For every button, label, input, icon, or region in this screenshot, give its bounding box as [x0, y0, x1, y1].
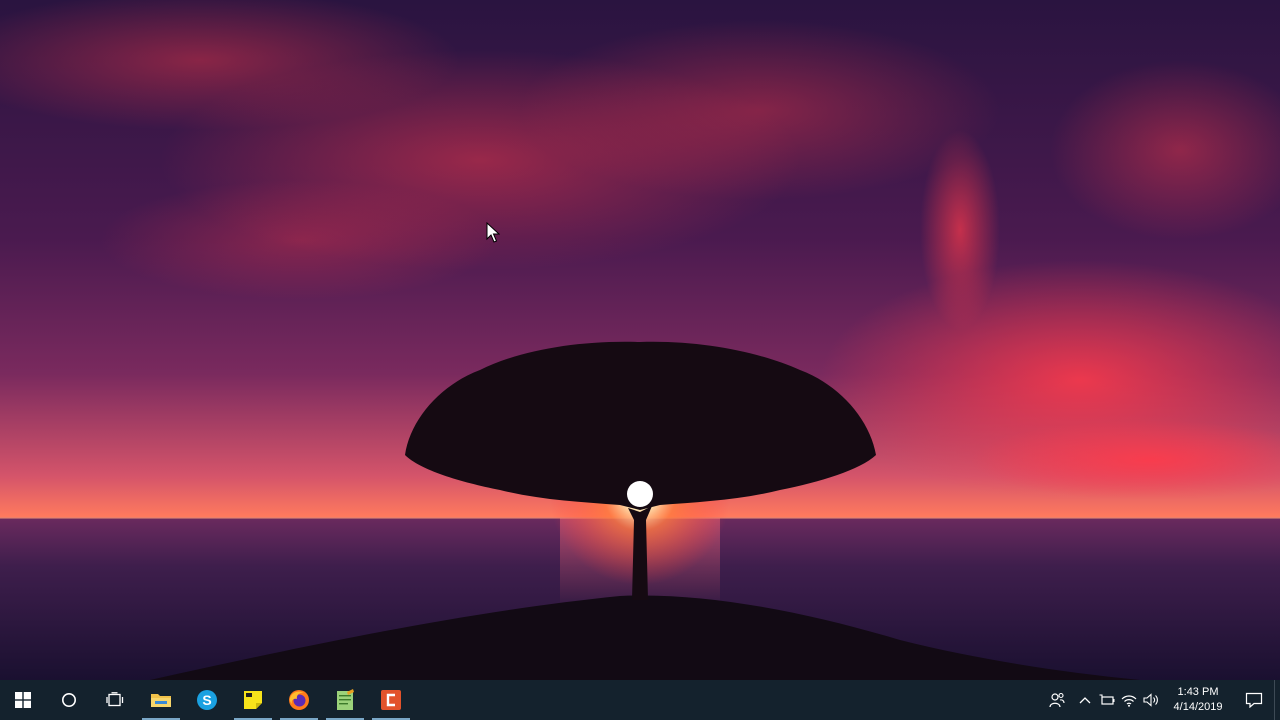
- taskbar-notepad-plus[interactable]: [322, 680, 368, 720]
- taskbar-firefox[interactable]: [276, 680, 322, 720]
- taskbar-skype[interactable]: S: [184, 680, 230, 720]
- windows-logo-icon: [15, 692, 31, 708]
- skype-icon: S: [197, 690, 217, 710]
- wifi-icon: [1121, 695, 1137, 707]
- desktop[interactable]: [0, 0, 1280, 680]
- task-view-button[interactable]: [92, 680, 138, 720]
- people-icon: [1049, 692, 1065, 708]
- battery-icon: [1099, 694, 1115, 705]
- show-desktop-button[interactable]: [1274, 680, 1280, 720]
- mouse-cursor: [486, 222, 500, 243]
- action-center-button[interactable]: [1234, 680, 1274, 720]
- taskbar-sticky-notes[interactable]: [230, 680, 276, 720]
- start-button[interactable]: [0, 680, 46, 720]
- clock-date: 4/14/2019: [1173, 701, 1223, 713]
- camtasia-icon: [381, 690, 401, 710]
- action-center-icon: [1245, 692, 1263, 708]
- taskbar: S 1:43 PM 4/14/2019: [0, 680, 1280, 720]
- tray-show-hidden[interactable]: [1074, 680, 1096, 720]
- taskbar-clock[interactable]: 1:43 PM 4/14/2019: [1166, 680, 1230, 720]
- tray-volume[interactable]: [1140, 680, 1162, 720]
- desktop-wallpaper: [0, 0, 1280, 680]
- tray-battery[interactable]: [1096, 680, 1118, 720]
- firefox-icon: [289, 690, 309, 710]
- system-tray: 1:43 PM 4/14/2019: [1040, 680, 1280, 720]
- chevron-up-icon: [1079, 697, 1091, 704]
- volume-icon: [1143, 693, 1158, 707]
- taskbar-file-explorer[interactable]: [138, 680, 184, 720]
- clock-time: 1:43 PM: [1177, 686, 1219, 698]
- sticky-notes-icon: [244, 691, 262, 709]
- folder-icon: [151, 694, 171, 707]
- task-view-icon: [106, 692, 124, 707]
- taskbar-camtasia[interactable]: [368, 680, 414, 720]
- notepad-icon: [337, 689, 354, 710]
- tray-people[interactable]: [1040, 680, 1074, 720]
- svg-text:S: S: [202, 692, 211, 708]
- search-button[interactable]: [46, 680, 92, 720]
- cortana-circle-icon: [62, 693, 76, 707]
- tray-network[interactable]: [1118, 680, 1140, 720]
